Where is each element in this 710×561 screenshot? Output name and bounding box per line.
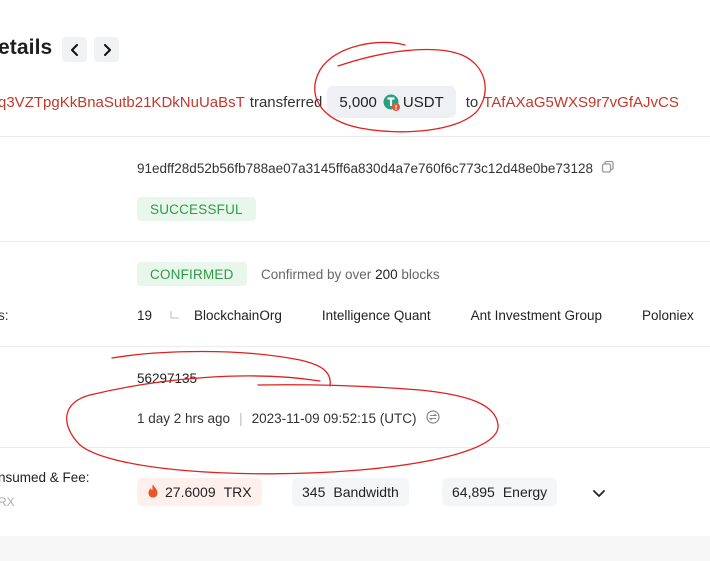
resources-sublabel: RX	[0, 495, 15, 509]
resources-row: nsumed & Fee: RX 27.6009 TRX 345 Bandwid…	[0, 448, 710, 537]
amount-chip: 5,000 USDT	[327, 86, 456, 118]
voter-link[interactable]: Ant Investment Group	[471, 308, 602, 323]
voter-count: 19	[137, 308, 153, 323]
confirmation-suffix: blocks	[401, 267, 440, 282]
copy-icon[interactable]	[601, 160, 615, 177]
voter-link[interactable]: BlockchainOrg	[194, 308, 282, 323]
voter-link[interactable]: Intelligence Quant	[322, 308, 431, 323]
voters-label: s:	[0, 308, 9, 323]
trx-fee-amount: 27.6009	[165, 484, 216, 500]
from-address-link[interactable]: q3VZTpgKkBnaSutb21KDkNuUaBsT	[0, 94, 245, 111]
chevron-down-icon	[593, 490, 605, 497]
transaction-hash: 91edff28d52b56fb788ae07a3145ff6a830d4a7e…	[137, 160, 615, 177]
resources-label: nsumed & Fee:	[0, 470, 90, 485]
tree-corner-icon	[170, 308, 180, 323]
time-separator: |	[239, 411, 243, 426]
energy-unit: Energy	[502, 484, 548, 500]
transfer-summary: q3VZTpgKkBnaSutb21KDkNuUaBsT transferred…	[0, 86, 710, 118]
voter-link[interactable]: Poloniex	[642, 308, 694, 323]
transaction-hash-value: 91edff28d52b56fb788ae07a3145ff6a830d4a7e…	[137, 161, 593, 176]
confirmation-prefix: Confirmed by over	[261, 267, 372, 282]
token-symbol-link[interactable]: USDT	[403, 94, 444, 111]
chevron-right-icon	[103, 43, 111, 56]
clock-switch-icon[interactable]	[426, 410, 441, 427]
result-badge: SUCCESSFUL	[137, 197, 256, 221]
block-time: 1 day 2 hrs ago | 2023-11-09 09:52:15 (U…	[137, 410, 441, 427]
amount-value: 5,000	[339, 93, 377, 111]
status-badge: CONFIRMED	[137, 262, 247, 286]
confirmation-block-count: 200	[375, 267, 398, 282]
confirmation-text: Confirmed by over 200 blocks	[261, 267, 440, 282]
flame-icon	[147, 484, 159, 501]
tether-token-icon[interactable]	[383, 94, 400, 111]
page-header: etails q3VZTpgKkBnaSutb21KDkNuUaBsT tran…	[0, 0, 710, 136]
confirmation-row: CONFIRMED Confirmed by over 200 blocks s…	[0, 242, 710, 347]
energy-chip: 64,895 Energy	[442, 478, 558, 506]
page-title: etails	[0, 36, 53, 59]
bandwidth-amount: 345	[302, 484, 326, 500]
block-row: 56297135 1 day 2 hrs ago | 2023-11-09 09…	[0, 347, 710, 448]
page-footer-strip	[0, 536, 710, 561]
to-address-link[interactable]: TAfAXaG5WXS9r7vGfAJvCS	[483, 94, 679, 111]
previous-transaction-button[interactable]	[62, 37, 87, 62]
trx-fee-chip: 27.6009 TRX	[137, 478, 262, 506]
voters-list: 19 BlockchainOrg Intelligence Quant Ant …	[137, 308, 710, 323]
expand-resources-button[interactable]	[592, 486, 606, 504]
block-age: 1 day 2 hrs ago	[137, 411, 231, 426]
block-timestamp: 2023-11-09 09:52:15 (UTC)	[251, 411, 417, 426]
trx-fee-unit: TRX	[223, 484, 252, 500]
transaction-details-card: 91edff28d52b56fb788ae07a3145ff6a830d4a7e…	[0, 136, 710, 536]
bandwidth-chip: 345 Bandwidth	[292, 478, 409, 506]
to-text: to	[465, 93, 479, 111]
bandwidth-unit: Bandwidth	[333, 484, 399, 500]
hash-result-row: 91edff28d52b56fb788ae07a3145ff6a830d4a7e…	[0, 137, 710, 242]
chevron-left-icon	[70, 43, 78, 56]
energy-amount: 64,895	[452, 484, 495, 500]
transferred-text: transferred	[249, 93, 323, 111]
next-transaction-button[interactable]	[94, 37, 119, 62]
block-number-link[interactable]: 56297135	[137, 371, 197, 386]
